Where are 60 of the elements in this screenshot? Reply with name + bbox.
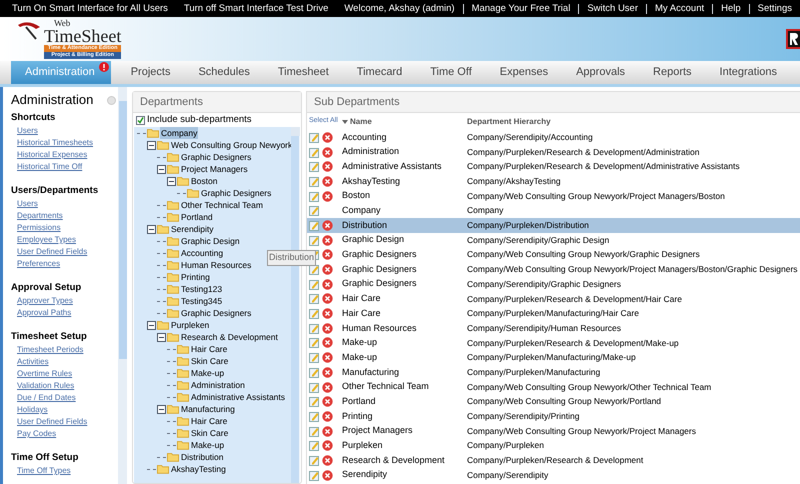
table-cell-text: Research & Development: [342, 454, 446, 467]
table-cell: Company/Serendipity/Graphic Design: [467, 234, 610, 247]
table-cell-text: Administration: [342, 145, 400, 158]
table-cell-text: Graphic Designers: [342, 248, 418, 262]
table-cell-text: Human Resources: [342, 322, 418, 335]
table-cell: Company/Web Consulting Group Newyork/Project Managers/Boston/Graphic Designers: [467, 263, 798, 276]
table-cell: Company/Serendipity/Accounting: [467, 130, 593, 144]
table-cell: Company/Purpleken/Research & Development: [467, 454, 644, 467]
panel-title: Departments: [133, 92, 301, 113]
table-cell-text: Graphic Designers: [342, 262, 418, 276]
table-cell: Company/Serendipity: [467, 468, 548, 482]
table-cell: Company/Purpleken/Research & Development/Hair Care: [467, 292, 682, 306]
table-cell: Company/Purpleken/Research & Development/Make-up: [467, 336, 679, 350]
table-cell-text: Make-up: [342, 350, 378, 364]
table-cell-text: Graphic Design: [342, 233, 406, 246]
section-heading: Shortcuts: [11, 111, 56, 125]
table-cell-text: Distribution: [342, 218, 388, 232]
table-cell: Company/Serendipity/Printing: [467, 410, 580, 423]
table-cell-text: Graphic Designers: [342, 277, 418, 290]
sidebar-title: Administration: [11, 91, 94, 109]
table-cell: Company/Web Consulting Group Newyork/Other Technical Team: [467, 380, 712, 394]
table-cell: Company/Web Consulting Group Newyork/Project Managers/Boston: [467, 190, 725, 202]
panel-title: Sub Departments: [307, 92, 800, 113]
tooltip: Distribution: [267, 250, 316, 266]
table-cell-text: Portland: [342, 394, 377, 408]
table-cell-text: Printing: [342, 410, 374, 423]
logo-title: TimeSheet: [44, 28, 122, 45]
table-cell: Company/Web Consulting Group Newyork/Project Managers: [467, 424, 696, 438]
table-cell: Company/Purpleken/Manufacturing: [467, 366, 600, 379]
table-cell: Company/Purpleken/Research & Development/Administrative Assistants: [467, 160, 740, 174]
table-cell-text: Other Technical Team: [342, 380, 430, 394]
section-heading: Approval Setup: [11, 281, 82, 295]
table-cell: Company/Purpleken/Research & Development/Administration: [467, 146, 700, 158]
table-cell-text: Project Managers: [342, 424, 414, 438]
table-cell: Company/Web Consulting Group Newyork/Portland: [467, 395, 662, 408]
checkbox-label: Include sub-departments: [147, 112, 252, 127]
table-cell: Company: [467, 204, 504, 218]
table-cell: Company/Purpleken/Manufacturing/Hair Care: [467, 307, 639, 320]
logo-small-text: Web: [53, 19, 72, 28]
table-cell-text: Make-up: [342, 336, 378, 350]
table-cell: Company/Serendipity/Human Resources: [467, 322, 622, 335]
table-cell-text: Boston: [342, 189, 372, 202]
table-cell-text: Manufacturing: [342, 366, 400, 379]
table-cell: Company/Purpleken/Manufacturing/Make-up: [467, 351, 636, 364]
table-cell-text: Hair Care: [342, 292, 382, 306]
section-heading: Time Off Setup: [11, 451, 80, 465]
table-cell: Company/AkshayTesting: [467, 175, 561, 188]
table-cell: Company/Purpleken/Distribution: [467, 219, 589, 232]
table-cell-text: Company: [342, 204, 382, 218]
table-cell-text: Administrative Assistants: [342, 160, 443, 173]
table-cell: Company/Purpleken: [467, 439, 544, 452]
table-cell-text: Accounting: [342, 130, 388, 144]
table-cell-text: Purpleken: [342, 439, 384, 452]
table-cell-text: Serendipity: [342, 468, 388, 482]
table-cell-text: AkshayTesting: [342, 174, 402, 188]
table-cell-text: Hair Care: [342, 306, 382, 320]
section-heading: Timesheet Setup: [11, 330, 88, 344]
table-cell: Company/Serendipity/Graphic Designers: [467, 278, 622, 291]
section-heading: Users/Departments: [11, 184, 100, 198]
table-cell: Company/Web Consulting Group Newyork/Graphic Designers: [467, 248, 700, 262]
